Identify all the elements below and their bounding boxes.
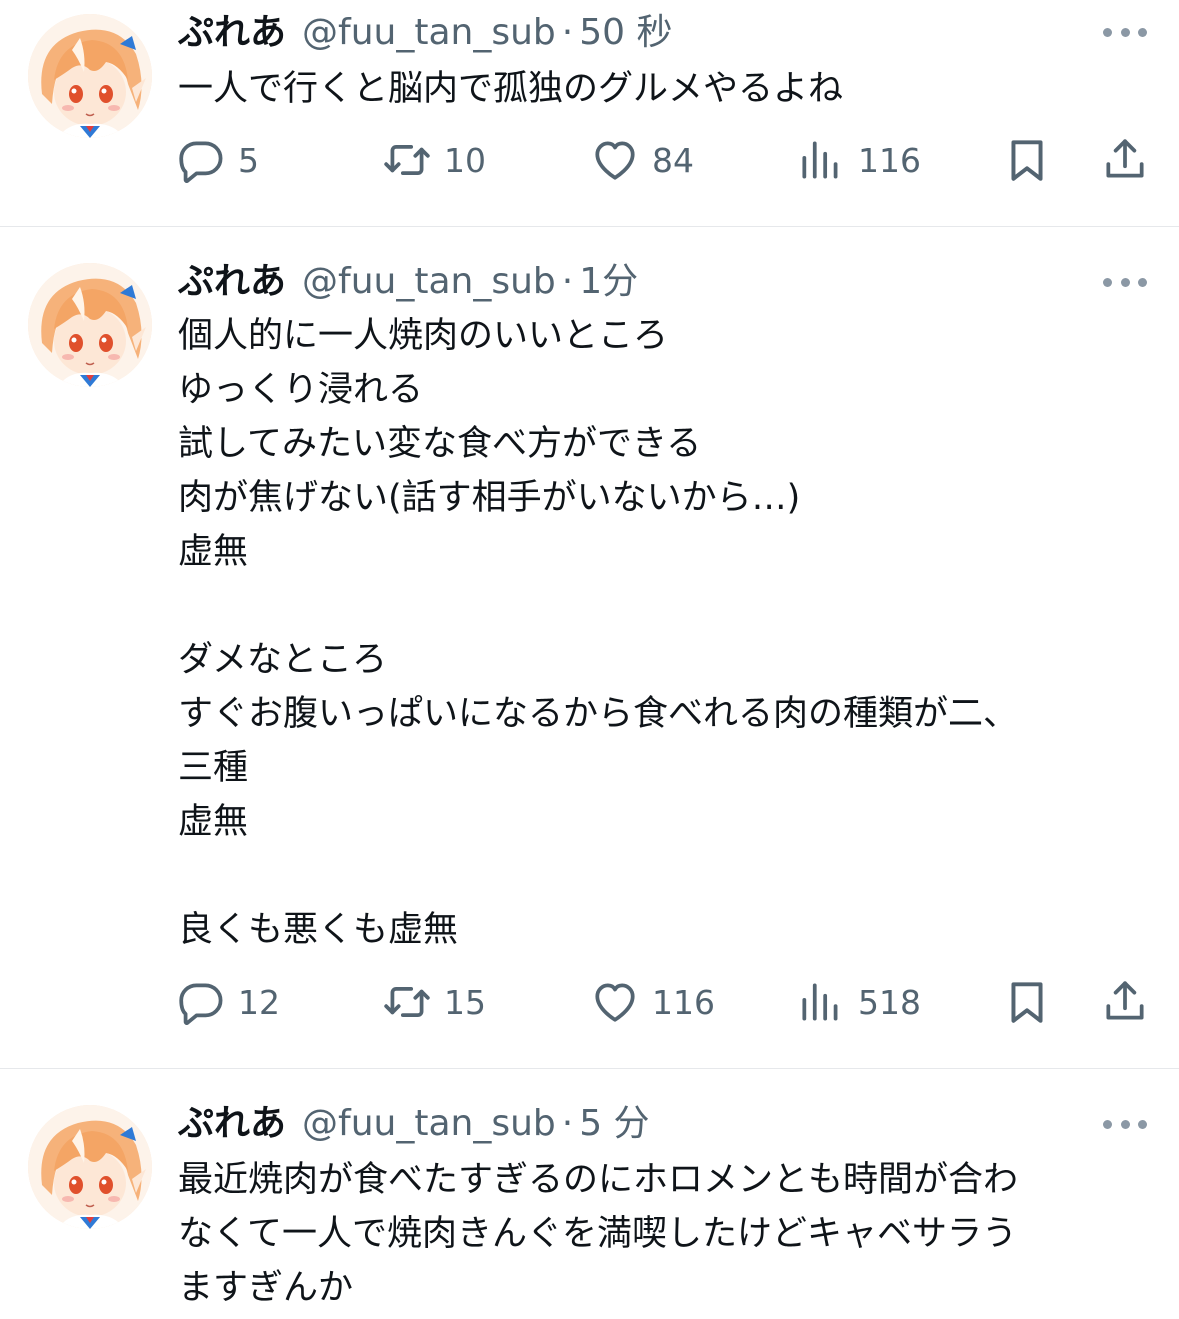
tweet-text-line: ゆっくり浸れる [178, 370, 424, 410]
tweet-text: 最近焼肉が食べたすぎるのにホロメンとも時間が合わ なくて一人で焼肉きんぐを満喫し… [178, 1153, 1138, 1315]
bookmark-icon [1002, 977, 1052, 1027]
timestamp[interactable]: 50 秒 [579, 10, 672, 56]
like-count: 84 [652, 140, 694, 180]
separator: · [561, 261, 574, 302]
like-button[interactable]: 84 [590, 132, 694, 188]
reply-count: 12 [238, 982, 280, 1022]
views-icon [796, 977, 846, 1027]
timestamp[interactable]: 1分 [579, 259, 638, 305]
separator: · [561, 1103, 574, 1144]
heart-icon [590, 977, 640, 1027]
retweet-count: 15 [444, 982, 486, 1022]
avatar[interactable] [28, 263, 152, 387]
reply-button[interactable]: 12 [176, 974, 280, 1030]
like-button[interactable]: 116 [590, 974, 715, 1030]
more-icon[interactable] [1103, 270, 1147, 294]
retweet-icon [382, 135, 432, 185]
avatar[interactable] [28, 1105, 152, 1229]
tweet-text-line: 良くも悪くも虚無 [178, 910, 459, 950]
tweet-3[interactable]: ぷれあ @fuu_tan_sub · 5 分 最近焼肉が食べたすぎるのにホロメン… [0, 1069, 1179, 1319]
more-icon[interactable] [1103, 1112, 1147, 1136]
tweet-text: 一人で行くと脳内で孤独のグルメやるよね [178, 62, 1138, 116]
view-count: 518 [858, 982, 921, 1022]
username[interactable]: @fuu_tan_sub [302, 10, 556, 56]
tweet-2[interactable]: ぷれあ @fuu_tan_sub · 1分 個人的に一人焼肉のいいところ ゆっく… [0, 227, 1179, 1068]
tweet-text-line: すぐお腹いっぱいになるから食べれる肉の種類が二、 [178, 694, 1019, 734]
bookmark-button[interactable] [1002, 132, 1052, 188]
share-icon [1100, 135, 1150, 185]
tweet-text-line: 個人的に一人焼肉のいいところ [178, 316, 669, 356]
tweet-text: 個人的に一人焼肉のいいところ ゆっくり浸れる 試してみたい変な食べ方ができる 肉… [178, 309, 1138, 957]
more-icon[interactable] [1103, 20, 1147, 44]
timestamp[interactable]: 5 分 [579, 1101, 649, 1147]
retweet-count: 10 [444, 140, 486, 180]
share-button[interactable] [1100, 132, 1150, 188]
reply-count: 5 [238, 140, 259, 180]
views-button[interactable]: 518 [796, 974, 921, 1030]
heart-icon [590, 135, 640, 185]
tweet-text-line: ますぎんか [178, 1268, 354, 1308]
bookmark-button[interactable] [1002, 974, 1052, 1030]
tweet-text-line: 最近焼肉が食べたすぎるのにホロメンとも時間が合わ [178, 1160, 1019, 1200]
views-button[interactable]: 116 [796, 132, 921, 188]
view-count: 116 [858, 140, 921, 180]
views-icon [796, 135, 846, 185]
display-name[interactable]: ぷれあ [178, 259, 286, 305]
tweet-header: ぷれあ @fuu_tan_sub · 5 分 [178, 1101, 650, 1147]
tweet-text-line: 虚無 [178, 532, 249, 572]
tweet-text-line [178, 579, 1138, 633]
tweet-header: ぷれあ @fuu_tan_sub · 50 秒 [178, 10, 672, 56]
display-name[interactable]: ぷれあ [178, 10, 286, 56]
retweet-button[interactable]: 15 [382, 974, 486, 1030]
separator: · [561, 12, 574, 53]
bookmark-icon [1002, 135, 1052, 185]
display-name[interactable]: ぷれあ [178, 1101, 286, 1147]
username[interactable]: @fuu_tan_sub [302, 1101, 556, 1147]
tweet-text-line: なくて一人で焼肉きんぐを満喫したけどキャベサラう [178, 1214, 1017, 1254]
tweet-text-line: ダメなところ [178, 640, 387, 680]
retweet-button[interactable]: 10 [382, 132, 486, 188]
tweet-header: ぷれあ @fuu_tan_sub · 1分 [178, 259, 638, 305]
username[interactable]: @fuu_tan_sub [302, 259, 556, 305]
avatar[interactable] [28, 14, 152, 138]
action-bar: 12 15 116 518 [176, 974, 1152, 1030]
retweet-icon [382, 977, 432, 1027]
tweet-text-line: 肉が焦げない(話す相手がいないから…) [178, 478, 801, 518]
share-icon [1100, 977, 1150, 1027]
reply-button[interactable]: 5 [176, 132, 259, 188]
action-bar: 5 10 84 116 [176, 132, 1152, 188]
tweet-text-line [178, 849, 1138, 903]
tweet-text-line: 試してみたい変な食べ方ができる [178, 424, 702, 464]
reply-icon [176, 135, 226, 185]
tweet-text-line: 三種 [178, 748, 249, 788]
tweet-text-line: 一人で行くと脳内で孤独のグルメやるよね [178, 69, 844, 109]
tweet-text-line: 虚無 [178, 802, 249, 842]
share-button[interactable] [1100, 974, 1150, 1030]
like-count: 116 [652, 982, 715, 1022]
reply-icon [176, 977, 226, 1027]
tweet-1[interactable]: ぷれあ @fuu_tan_sub · 50 秒 一人で行くと脳内で孤独のグルメや… [0, 0, 1179, 226]
